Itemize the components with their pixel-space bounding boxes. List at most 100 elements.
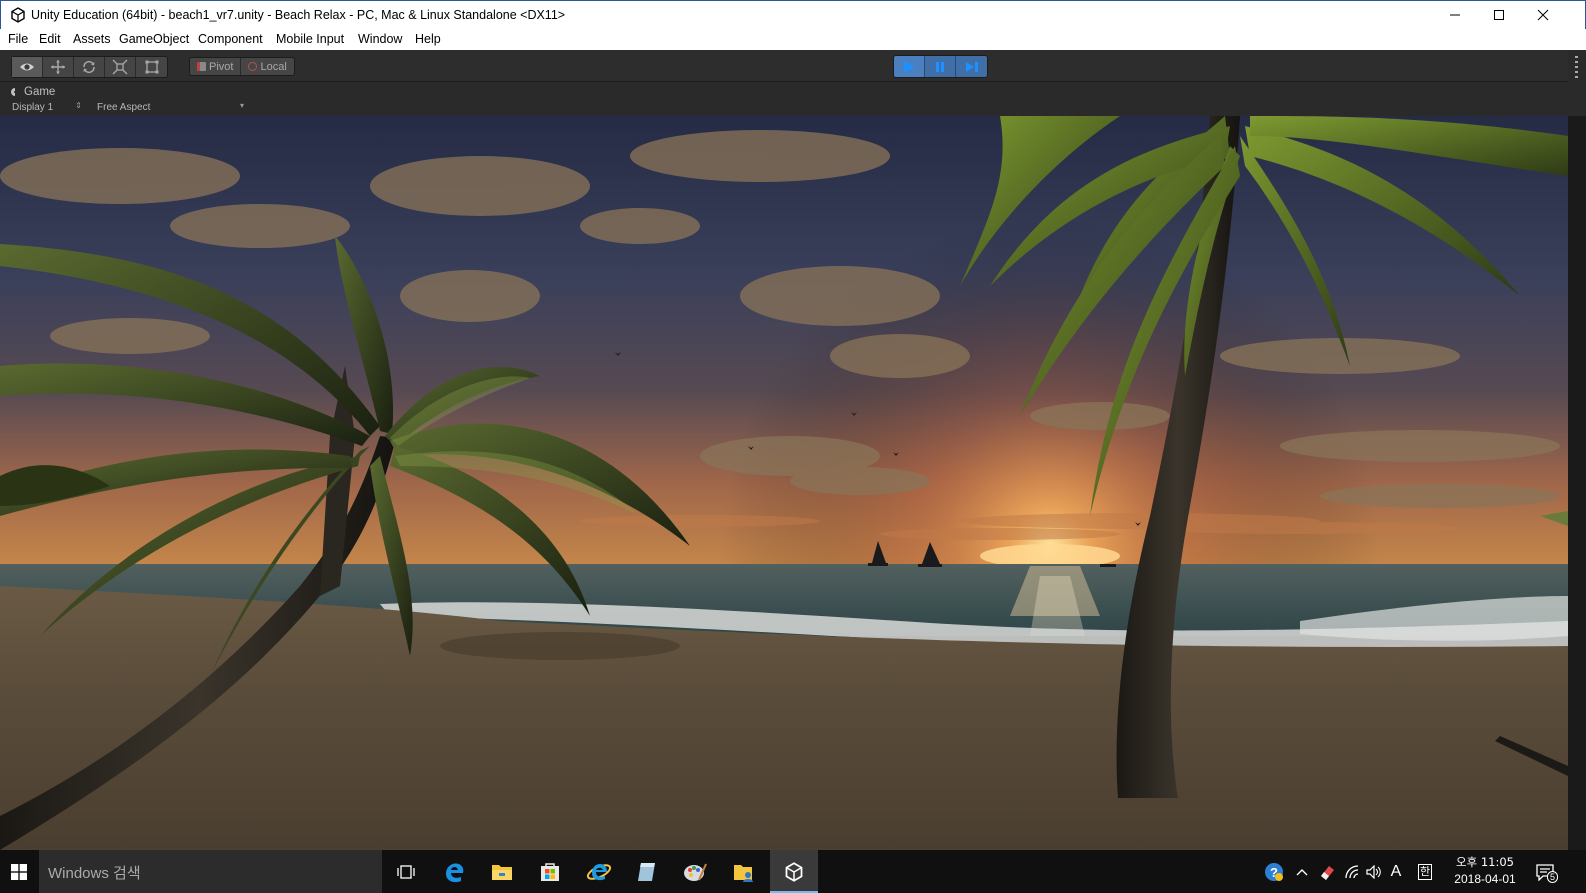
network-tray-button[interactable]	[1342, 850, 1362, 893]
kebab-menu-icon	[1575, 56, 1578, 78]
pivot-local-toggles: Pivot Local	[189, 57, 295, 76]
folder-icon	[492, 864, 512, 880]
clock-time: 오후 11:05	[1456, 855, 1514, 869]
action-center-button[interactable]: 5	[1530, 850, 1560, 893]
eraser-icon	[1321, 865, 1334, 880]
user-folder-icon	[734, 864, 753, 882]
menu-window[interactable]: Window	[358, 32, 402, 46]
menu-edit[interactable]: Edit	[39, 32, 61, 46]
viewport-scroll-edge	[1568, 116, 1586, 850]
window-title: Unity Education (64bit) - beach1_vr7.uni…	[31, 8, 566, 22]
unity-icon	[11, 7, 25, 23]
beach-scene	[0, 116, 1568, 850]
unity-taskbar-button[interactable]	[770, 850, 818, 893]
local-icon	[248, 62, 258, 71]
paint-app-button[interactable]	[671, 850, 719, 893]
maximize-icon	[1494, 10, 1504, 20]
menu-assets[interactable]: Assets	[73, 32, 111, 46]
step-icon	[965, 61, 978, 72]
maximize-button[interactable]	[1477, 1, 1521, 29]
internet-explorer-icon	[586, 863, 612, 880]
pause-button[interactable]	[925, 56, 956, 77]
panel-options[interactable]	[1568, 50, 1586, 114]
task-view-button[interactable]	[382, 850, 430, 893]
display-value: Display 1	[12, 102, 54, 113]
store-button[interactable]	[526, 850, 574, 893]
playback-controls	[893, 55, 988, 78]
menu-bar: File Edit Assets GameObject Component Mo…	[0, 29, 1586, 50]
taskbar-clock[interactable]: 오후 11:05 2018-04-01	[1444, 854, 1526, 888]
move-icon	[51, 60, 65, 74]
game-tab-label: Game	[24, 86, 56, 98]
close-button[interactable]	[1521, 1, 1565, 29]
windows-taskbar: Windows 검색 ? A 한 오후 11:05 2018-04-01 5	[0, 850, 1586, 893]
pivot-label: Pivot	[209, 60, 234, 73]
pivot-icon	[197, 62, 206, 71]
menu-help[interactable]: Help	[415, 32, 441, 46]
pause-icon	[936, 61, 944, 72]
help-tray-button[interactable]: ?	[1262, 850, 1286, 893]
game-tab[interactable]: Game	[10, 86, 55, 98]
notepad-icon	[638, 862, 655, 881]
store-icon	[541, 862, 559, 881]
rotate-tool-button[interactable]	[74, 57, 105, 77]
internet-explorer-button[interactable]	[575, 850, 623, 893]
title-bar: Unity Education (64bit) - beach1_vr7.uni…	[0, 0, 1586, 29]
unity-toolbar: Pivot Local	[0, 50, 1586, 82]
game-panel-header: Game Display 1 ⇕ Free Aspect ▾	[0, 82, 1586, 116]
clock-date: 2018-04-01	[1454, 872, 1516, 886]
search-placeholder: Windows 검색	[48, 865, 141, 882]
game-controller-icon	[11, 88, 15, 96]
dropdown-arrow-icon: ⇕	[75, 101, 82, 110]
move-tool-button[interactable]	[43, 57, 74, 77]
menu-mobile-input[interactable]: Mobile Input	[276, 32, 344, 46]
volume-tray-button[interactable]	[1364, 850, 1384, 893]
taskbar-search[interactable]: Windows 검색	[39, 850, 382, 893]
notification-count: 5	[1547, 871, 1559, 883]
menu-component[interactable]: Component	[198, 32, 263, 46]
unity-icon	[785, 861, 803, 882]
scale-icon	[112, 59, 128, 75]
paint-palette-icon	[684, 863, 707, 881]
game-view-viewport[interactable]	[0, 116, 1568, 850]
view-tool-button[interactable]	[12, 57, 43, 77]
minimize-button[interactable]	[1433, 1, 1477, 29]
edge-button[interactable]	[430, 850, 478, 893]
edge-icon	[446, 862, 464, 882]
notepad-app-button[interactable]	[623, 850, 671, 893]
eraser-tray-button[interactable]	[1316, 850, 1338, 893]
close-icon	[1537, 9, 1549, 21]
rect-tool-button[interactable]	[136, 57, 167, 77]
rotate-icon	[83, 60, 95, 74]
start-button[interactable]	[0, 850, 38, 893]
aspect-value: Free Aspect	[97, 102, 151, 113]
task-view-icon	[397, 864, 415, 879]
file-explorer-button[interactable]	[478, 850, 526, 893]
windows-logo-icon	[11, 863, 27, 880]
chevron-up-icon	[1296, 868, 1308, 875]
ime-mode-button[interactable]: 한	[1414, 850, 1436, 893]
show-hidden-icons-button[interactable]	[1292, 850, 1312, 893]
help-icon: ?	[1265, 862, 1283, 881]
local-toggle[interactable]: Local	[240, 58, 293, 75]
eye-icon	[20, 63, 34, 71]
menu-gameobject[interactable]: GameObject	[119, 32, 189, 46]
local-label: Local	[260, 60, 287, 73]
play-button[interactable]	[894, 56, 925, 77]
display-dropdown[interactable]: Display 1 ⇕	[4, 100, 86, 115]
input-language-indicator[interactable]: A	[1386, 850, 1406, 893]
step-button[interactable]	[956, 56, 987, 77]
dropdown-arrow-icon: ▾	[239, 101, 244, 110]
transform-tools	[11, 56, 168, 78]
ime-mode-label: 한	[1417, 863, 1433, 880]
rect-tool-icon	[145, 60, 158, 74]
scale-tool-button[interactable]	[105, 57, 136, 77]
speaker-icon	[1366, 864, 1381, 879]
wifi-icon	[1345, 864, 1359, 878]
play-icon	[904, 60, 915, 73]
pivot-toggle[interactable]: Pivot	[190, 58, 240, 75]
aspect-dropdown[interactable]: Free Aspect ▾	[90, 100, 248, 115]
user-folder-button[interactable]	[720, 850, 768, 893]
minimize-icon	[1450, 14, 1460, 16]
menu-file[interactable]: File	[8, 32, 28, 46]
